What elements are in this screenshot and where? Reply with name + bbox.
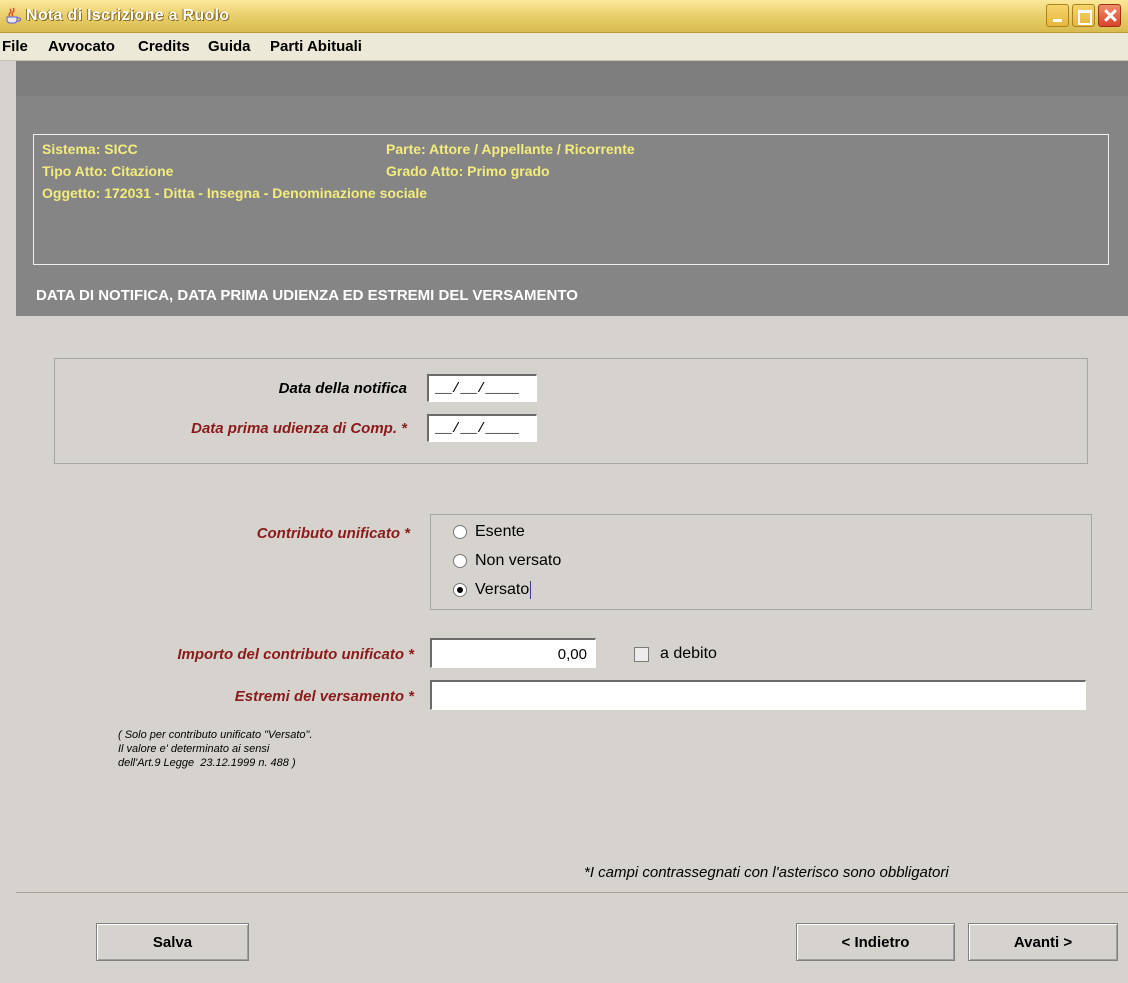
data-udienza-field[interactable]: __/__/____	[427, 414, 537, 442]
left-margin	[0, 61, 16, 983]
a-debito-checkbox[interactable]	[634, 647, 649, 662]
radio-esente-label: Esente	[475, 523, 525, 540]
avanti-button[interactable]: Avanti >	[968, 923, 1118, 961]
radio-versato[interactable]: Versato	[453, 581, 532, 599]
form-area: Data della notifica __/__/____ Data prim…	[16, 316, 1128, 893]
info-sistema: Sistema: SICC	[42, 141, 138, 157]
minimize-icon[interactable]	[1046, 4, 1069, 27]
maximize-icon[interactable]	[1072, 4, 1095, 27]
title-bar: Nota di Iscrizione a Ruolo	[0, 0, 1128, 33]
indietro-button[interactable]: < Indietro	[796, 923, 955, 961]
menu-credits[interactable]: Credits	[138, 38, 190, 55]
required-fields-footnote: *I campi contrassegnati con l'asterisco …	[584, 864, 949, 881]
contributo-label: Contributo unificato *	[256, 525, 410, 542]
radio-non-versato-label: Non versato	[475, 552, 562, 569]
data-notifica-field[interactable]: __/__/____	[427, 374, 537, 402]
info-box: Sistema: SICC Parte: Attore / Appellante…	[33, 134, 1109, 265]
estremi-field[interactable]	[430, 680, 1086, 710]
data-notifica-label: Data della notifica	[278, 380, 407, 397]
button-bar: Salva < Indietro Avanti >	[0, 893, 1128, 983]
close-icon[interactable]	[1098, 4, 1121, 27]
info-tipo-atto: Tipo Atto: Citazione	[42, 163, 174, 179]
radio-versato-button[interactable]	[453, 583, 467, 597]
menu-avvocato[interactable]: Avvocato	[48, 38, 115, 55]
info-grado-atto: Grado Atto: Primo grado	[386, 163, 550, 179]
contributo-radio-group: Esente Non versato Versato	[430, 514, 1092, 610]
estremi-label: Estremi del versamento *	[234, 688, 414, 705]
header-top-band	[16, 61, 1128, 96]
info-oggetto: Oggetto: 172031 - Ditta - Insegna - Deno…	[42, 185, 428, 201]
dates-group: Data della notifica __/__/____ Data prim…	[54, 358, 1088, 464]
versamento-note: ( Solo per contributo unificato "Versato…	[118, 729, 313, 769]
radio-non-versato-button[interactable]	[453, 554, 467, 568]
radio-non-versato[interactable]: Non versato	[453, 552, 561, 570]
radio-esente[interactable]: Esente	[453, 523, 525, 541]
importo-field[interactable]: 0,00	[430, 638, 596, 668]
menu-guida[interactable]: Guida	[208, 38, 251, 55]
section-title: DATA DI NOTIFICA, DATA PRIMA UDIENZA ED …	[36, 287, 578, 304]
data-udienza-label: Data prima udienza di Comp. *	[191, 420, 407, 437]
salva-button[interactable]: Salva	[96, 923, 249, 961]
window-title: Nota di Iscrizione a Ruolo	[26, 7, 230, 24]
header-panel: Sistema: SICC Parte: Attore / Appellante…	[16, 96, 1128, 316]
menu-parti-abituali[interactable]: Parti Abituali	[270, 38, 362, 55]
menu-bar: File Avvocato Credits Guida Parti Abitua…	[0, 33, 1128, 61]
radio-esente-button[interactable]	[453, 525, 467, 539]
menu-file[interactable]: File	[2, 38, 28, 55]
importo-label: Importo del contributo unificato *	[177, 646, 414, 663]
java-coffee-cup-icon	[6, 7, 21, 24]
info-parte: Parte: Attore / Appellante / Ricorrente	[386, 141, 635, 157]
a-debito-label: a debito	[660, 645, 717, 662]
radio-versato-label: Versato	[475, 581, 532, 599]
